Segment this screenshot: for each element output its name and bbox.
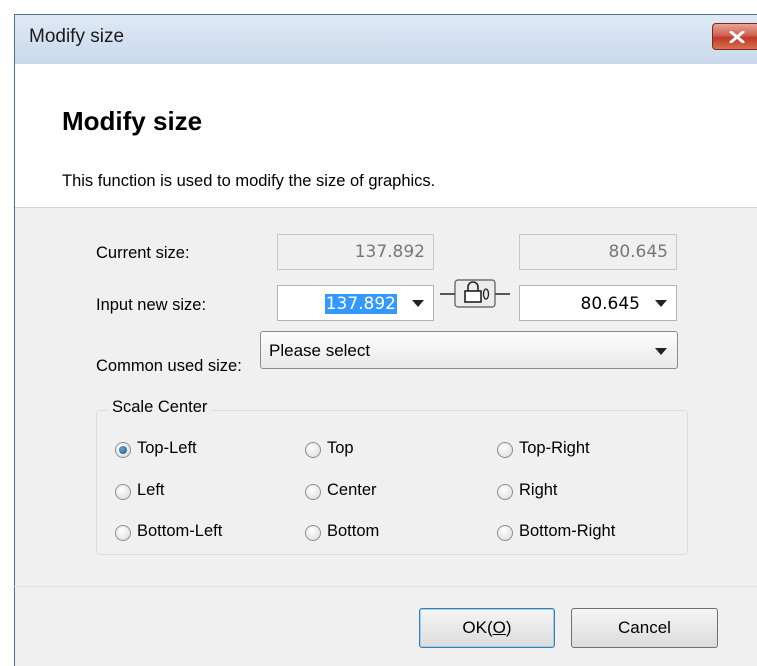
dialog-header: Modify size This function is used to mod… — [15, 64, 757, 208]
window-title: Modify size — [29, 26, 125, 47]
new-width-value[interactable]: 137.892 — [324, 294, 397, 314]
close-icon — [729, 31, 745, 43]
ok-mnemonic: O — [492, 618, 506, 637]
radio-indicator[interactable] — [115, 442, 131, 458]
radio-label[interactable]: Top — [327, 439, 354, 458]
radio-label[interactable]: Bottom-Right — [519, 522, 615, 541]
common-size-select[interactable]: Please select — [260, 331, 678, 369]
radio-indicator[interactable] — [305, 525, 321, 541]
cancel-button[interactable]: Cancel — [571, 608, 718, 648]
new-width-combobox[interactable]: 137.892 — [277, 285, 434, 321]
radio-label[interactable]: Top-Left — [137, 439, 197, 458]
radio-label[interactable]: Right — [519, 481, 558, 500]
chevron-down-icon[interactable] — [405, 288, 431, 318]
close-button[interactable] — [712, 23, 757, 50]
dialog-description: This function is used to modify the size… — [62, 172, 436, 190]
radio-indicator[interactable] — [115, 484, 131, 500]
radio-label[interactable]: Bottom — [327, 522, 379, 541]
chevron-down-icon[interactable] — [648, 288, 674, 318]
radio-indicator[interactable] — [497, 442, 513, 458]
radio-label[interactable]: Bottom-Left — [137, 522, 222, 541]
dialog-heading: Modify size — [62, 106, 203, 136]
new-height-combobox[interactable]: 80.645 — [519, 285, 677, 321]
common-size-value: Please select — [269, 341, 371, 360]
current-width-field: 137.892 — [277, 234, 434, 270]
radio-indicator[interactable] — [305, 484, 321, 500]
footer-separator — [14, 586, 757, 587]
ok-button[interactable]: OK(O) — [419, 608, 555, 648]
radio-indicator[interactable] — [305, 442, 321, 458]
common-size-label: Common used size: — [96, 357, 242, 375]
radio-label[interactable]: Left — [137, 481, 165, 500]
current-size-label: Current size: — [96, 244, 190, 262]
radio-indicator[interactable] — [115, 525, 131, 541]
chevron-down-icon — [655, 348, 667, 355]
scale-center-title: Scale Center — [108, 398, 212, 417]
radio-indicator[interactable] — [497, 525, 513, 541]
radio-indicator[interactable] — [497, 484, 513, 500]
new-height-value[interactable]: 80.645 — [581, 294, 640, 314]
radio-label[interactable]: Center — [327, 481, 377, 500]
new-size-label: Input new size: — [96, 296, 207, 314]
current-height-field: 80.645 — [519, 234, 677, 270]
radio-label[interactable]: Top-Right — [519, 439, 590, 458]
title-bar[interactable]: Modify size — [15, 15, 757, 64]
chain-lock-icon[interactable] — [440, 278, 510, 308]
